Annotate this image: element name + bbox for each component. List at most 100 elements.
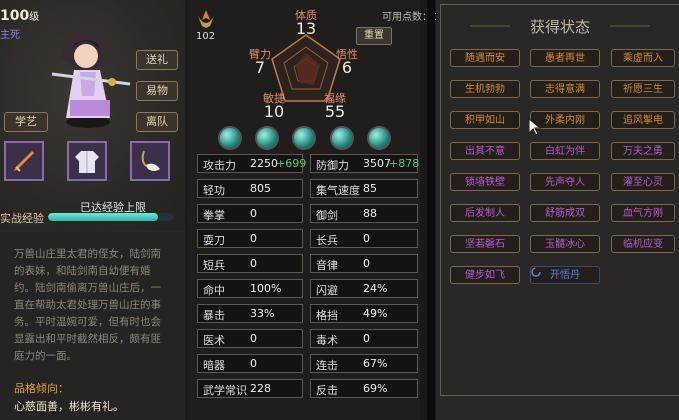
stat-value: 2250 [250,157,278,170]
panel-divider [427,0,435,420]
exp-label: 实战经验 [0,212,44,225]
available-points-label: 可用点数： [382,12,432,23]
stat-bonus: +699 [276,157,307,170]
status-tag[interactable]: 祈愿三生 [611,80,675,98]
status-title: 获得状态 [529,18,590,36]
leave-party-button[interactable]: 离队 [136,112,178,132]
constitution-value: 13 [295,19,317,38]
meridian-orb[interactable] [218,126,242,150]
status-tag[interactable]: 玉髓冰心 [530,235,600,253]
stat-name: 暗器 [203,359,225,372]
qi-emblem-icon [198,10,214,28]
stat-value: 0 [250,257,257,270]
qi-points: 102 [196,31,216,42]
stat-bonus: +878 [389,157,420,170]
stat-name: 命中 [203,284,225,297]
stat-name: 武学常识 [203,384,247,397]
level-unit: 级 [29,12,40,23]
sword-icon [14,151,34,172]
stat-row: 音律 0 [310,254,418,273]
stat-row: 毒术 0 [310,329,418,348]
status-tag[interactable]: 积甲如山 [450,111,520,129]
stat-row: 医术 0 [197,329,303,348]
stat-row: 反击 69% [310,379,418,398]
stat-value: 33% [250,307,275,320]
status-tag[interactable]: 愚者再世 [530,49,600,67]
stat-name: 音律 [316,259,338,272]
accessory-slot[interactable] [130,141,170,181]
stat-name: 御剑 [316,209,338,222]
stat-value: 0 [250,357,257,370]
reset-button[interactable]: 重置 [356,27,392,45]
exp-bar [48,213,173,221]
fate-label: 主死 [0,30,20,41]
meridian-orb[interactable] [255,126,279,150]
status-tag[interactable]: 白虹为伴 [530,142,600,160]
status-tag[interactable]: 随遇而安 [450,49,520,67]
stat-name: 防御力 [316,159,349,172]
trait-heading: 品格倾向： [14,382,69,395]
stat-row: 轻功 805 [197,179,303,198]
stat-name: 格挡 [316,309,338,322]
weapon-slot[interactable] [4,141,44,181]
stat-row: 暴击 33% [197,304,303,323]
meridian-orb[interactable] [330,126,354,150]
stat-value: 805 [250,182,271,195]
status-tag[interactable]: 后发制人 [450,204,520,222]
level-number: 100 [0,8,30,24]
trade-button[interactable]: 易物 [136,81,178,101]
skills-button[interactable]: 学艺 [4,112,48,132]
stat-row: 御剑 88 [310,204,418,223]
status-tag[interactable]: 健步如飞 [450,266,520,284]
stat-value: 88 [363,207,377,220]
intelligence-value: 6 [341,58,353,77]
status-tag[interactable]: 临机应变 [611,235,675,253]
spinner-icon [531,267,541,277]
status-tag[interactable]: 万夫之勇 [611,142,675,160]
level-display: 100级 [0,8,39,24]
stat-value: 0 [250,332,257,345]
stat-name: 集气速度 [316,184,360,197]
status-tag[interactable]: 生机勃勃 [450,80,520,98]
stat-row: 连击 67% [310,354,418,373]
gift-button[interactable]: 送礼 [136,50,178,70]
stat-name: 短兵 [203,259,225,272]
status-tag[interactable]: 锁墙铁壁 [450,173,520,191]
status-tag[interactable]: 舒筋成双 [530,204,600,222]
status-tag[interactable]: 坚若磐石 [450,235,520,253]
trait-text: 心慈面善，彬彬有礼。 [14,400,124,413]
stat-name: 医术 [203,334,225,347]
stat-value: 0 [363,332,370,345]
meridian-orb[interactable] [367,126,391,150]
stat-row: 短兵 0 [197,254,303,273]
status-tag[interactable]: 先声夺人 [530,173,600,191]
stat-value: 0 [250,232,257,245]
stat-row: 耍刀 0 [197,229,303,248]
stat-value: 85 [363,182,377,195]
stat-name: 耍刀 [203,234,225,247]
status-tag[interactable]: 灌至心灵 [611,173,675,191]
stat-value: 228 [250,382,271,395]
status-tag[interactable]: 血气方刚 [611,204,675,222]
stat-value: 0 [363,257,370,270]
stat-name: 闪避 [316,284,338,297]
status-tag[interactable]: 出其不意 [450,142,520,160]
stat-row: 拳掌 0 [197,204,303,223]
agility-value: 10 [263,102,285,121]
status-tag[interactable]: 志得意满 [530,80,600,98]
meridian-orb[interactable] [292,126,316,150]
stat-value: 49% [363,307,388,320]
luck-value: 55 [324,102,346,121]
stat-name: 轻功 [203,184,225,197]
stat-value: 69% [363,382,388,395]
stat-value: 67% [363,357,388,370]
stat-name: 暴击 [203,309,225,322]
pendant-icon [141,150,160,171]
status-tag[interactable]: 乘虚而入 [611,49,675,67]
stat-row: 攻击力 2250 +699 [197,154,307,173]
exp-bar-fill [48,213,158,221]
armor-slot[interactable] [67,141,107,181]
stat-value: 3507 [363,157,391,170]
stat-row: 命中 100% [197,279,303,298]
status-tag[interactable]: 追风掣电 [611,111,675,129]
